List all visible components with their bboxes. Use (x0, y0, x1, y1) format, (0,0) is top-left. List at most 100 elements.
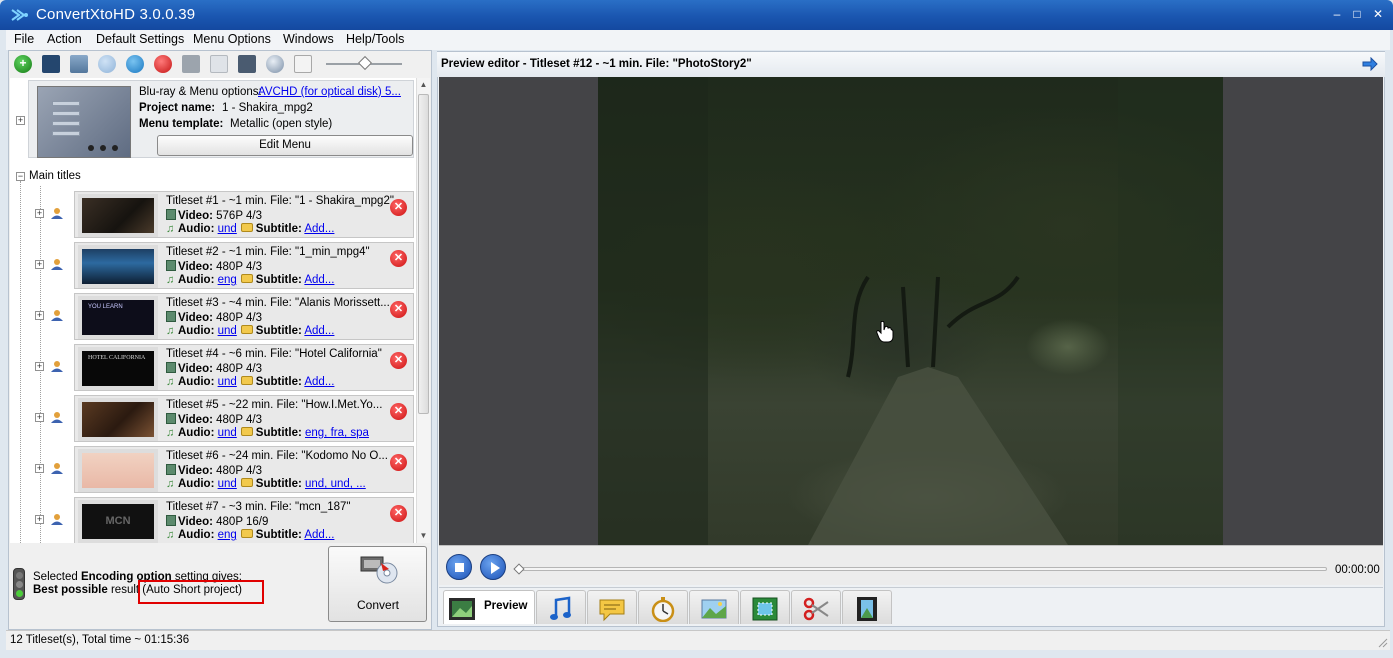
titleset-expander[interactable]: + (35, 209, 44, 218)
delete-titleset-button[interactable]: ✕ (390, 301, 407, 318)
edit-menu-button[interactable]: Edit Menu (157, 135, 413, 156)
delete-titleset-button[interactable]: ✕ (390, 505, 407, 522)
main-titles-label: Main titles (29, 170, 81, 182)
titleset-item[interactable]: Titleset #1 - ~1 min. File: "1 - Shakira… (74, 191, 414, 238)
film-icon (166, 260, 176, 271)
titleset-title: Titleset #4 - ~6 min. File: "Hotel Calif… (166, 348, 382, 360)
subtitle-link[interactable]: eng, fra, spa (305, 427, 369, 439)
zoom-slider-thumb[interactable] (357, 55, 373, 71)
titleset-expander[interactable]: + (35, 413, 44, 422)
move-down-icon[interactable] (98, 55, 116, 73)
document-icon[interactable] (294, 55, 312, 73)
preview-title: Preview editor - Titleset #12 - ~1 min. … (441, 58, 752, 70)
titleset-thumbnail (78, 398, 158, 441)
tab-audio[interactable] (536, 590, 586, 624)
titleset-item[interactable]: Titleset #2 - ~1 min. File: "1_min_mpg4"… (74, 242, 414, 289)
tab-picture[interactable] (689, 590, 739, 624)
delete-titleset-button[interactable]: ✕ (390, 199, 407, 216)
video-frame[interactable] (598, 77, 1223, 545)
subtitle-link[interactable]: Add... (304, 376, 334, 388)
audio-link[interactable]: und (218, 325, 237, 337)
menu-help-tools[interactable]: Help/Tools (346, 32, 404, 46)
arrow-right-icon[interactable] (1362, 57, 1378, 71)
titleset-item[interactable]: YOU LEARN Titleset #3 - ~4 min. File: "A… (74, 293, 414, 340)
stop-button[interactable] (446, 554, 472, 580)
project-name-value: 1 - Shakira_mpg2 (222, 102, 313, 114)
titleset-item[interactable]: HOTEL CALIFORNIA Titleset #4 - ~6 min. F… (74, 344, 414, 391)
tree-scrollbar[interactable]: ▲ ▼ (416, 78, 430, 543)
audio-link[interactable]: und (218, 427, 237, 439)
subtitle-link[interactable]: und, und, ... (305, 478, 366, 490)
disc-icon[interactable] (266, 55, 284, 73)
subtitle-link[interactable]: Add... (304, 223, 334, 235)
titleset-expander[interactable]: + (35, 362, 44, 371)
properties-icon[interactable] (70, 55, 88, 73)
menu-file[interactable]: File (14, 32, 34, 46)
menu-action[interactable]: Action (47, 32, 82, 46)
resize-grip-icon[interactable] (1376, 636, 1388, 648)
subtitle-icon (240, 325, 253, 334)
scroll-up-arrow-icon[interactable]: ▲ (417, 78, 430, 92)
convert-button[interactable]: Convert (328, 546, 427, 622)
scrollbar-thumb[interactable] (418, 94, 429, 414)
audio-line: ♫ Audio: und Subtitle: eng, fra, spa (166, 427, 369, 439)
subtitle-link[interactable]: Add... (304, 529, 334, 541)
titleset-expander[interactable]: + (35, 515, 44, 524)
audio-link[interactable]: eng (218, 529, 237, 541)
audio-line: ♫ Audio: eng Subtitle: Add... (166, 529, 335, 541)
tab-preview[interactable]: Preview (443, 590, 535, 624)
scroll-down-arrow-icon[interactable]: ▼ (417, 529, 430, 543)
delete-titleset-button[interactable]: ✕ (390, 250, 407, 267)
film-icon (166, 464, 176, 475)
remove-icon[interactable] (154, 55, 172, 73)
move-up-icon[interactable] (126, 55, 144, 73)
tab-crop[interactable] (740, 590, 790, 624)
main-titles-expander[interactable]: − (16, 172, 25, 181)
maximize-button[interactable]: □ (1350, 7, 1364, 21)
minimize-button[interactable]: – (1330, 7, 1344, 21)
menu-windows[interactable]: Windows (283, 32, 334, 46)
tab-film[interactable] (842, 590, 892, 624)
video-line: Video: 480P 4/3 (166, 311, 262, 324)
grid-icon[interactable] (210, 55, 228, 73)
menu-default-settings[interactable]: Default Settings (96, 32, 184, 46)
film-icon (166, 413, 176, 424)
add-icon[interactable]: + (14, 55, 32, 73)
play-button[interactable] (480, 554, 506, 580)
delete-titleset-button[interactable]: ✕ (390, 403, 407, 420)
titleset-expander[interactable]: + (35, 464, 44, 473)
thumbnail-caption: HOTEL CALIFORNIA (88, 355, 146, 361)
titleset-item[interactable]: Titleset #6 - ~24 min. File: "Kodomo No … (74, 446, 414, 493)
tab-subtitles[interactable] (587, 590, 637, 624)
bluray-options-link[interactable]: AVCHD (for optical disk) 5... (258, 86, 401, 98)
titleset-item[interactable]: Titleset #5 - ~22 min. File: "How.I.Met.… (74, 395, 414, 442)
titleset-item[interactable]: MCN Titleset #7 - ~3 min. File: "mcn_187… (74, 497, 414, 543)
tab-cut[interactable] (791, 590, 841, 624)
delete-titleset-button[interactable]: ✕ (390, 454, 407, 471)
audio-link[interactable]: und (218, 478, 237, 490)
close-window-button[interactable]: ✕ (1371, 7, 1385, 21)
titleset-title: Titleset #3 - ~4 min. File: "Alanis Mori… (166, 297, 390, 309)
titleset-title: Titleset #5 - ~22 min. File: "How.I.Met.… (166, 399, 383, 411)
titleset-expander[interactable]: + (35, 260, 44, 269)
audio-link[interactable]: und (218, 223, 237, 235)
tab-chapters[interactable] (638, 590, 688, 624)
project-name-label: Project name: (139, 102, 216, 114)
menu-menu-options[interactable]: Menu Options (193, 32, 271, 46)
audio-link[interactable]: und (218, 376, 237, 388)
save-icon[interactable] (42, 55, 60, 73)
menu-template-thumbnail (37, 86, 131, 158)
subtitle-link[interactable]: Add... (304, 325, 334, 337)
subtitle-link[interactable]: Add... (304, 274, 334, 286)
project-expander[interactable]: + (16, 116, 25, 125)
tools-icon[interactable] (182, 55, 200, 73)
seek-bar[interactable] (515, 567, 1327, 571)
titleset-expander[interactable]: + (35, 311, 44, 320)
audio-link[interactable]: eng (218, 274, 237, 286)
seek-thumb[interactable] (513, 563, 525, 575)
delete-titleset-button[interactable]: ✕ (390, 352, 407, 369)
monitor-icon[interactable] (238, 55, 256, 73)
audio-line: ♫ Audio: und Subtitle: und, und, ... (166, 478, 366, 490)
player-controls: 00:00:00 (439, 545, 1383, 585)
video-line: Video: 480P 4/3 (166, 260, 262, 273)
